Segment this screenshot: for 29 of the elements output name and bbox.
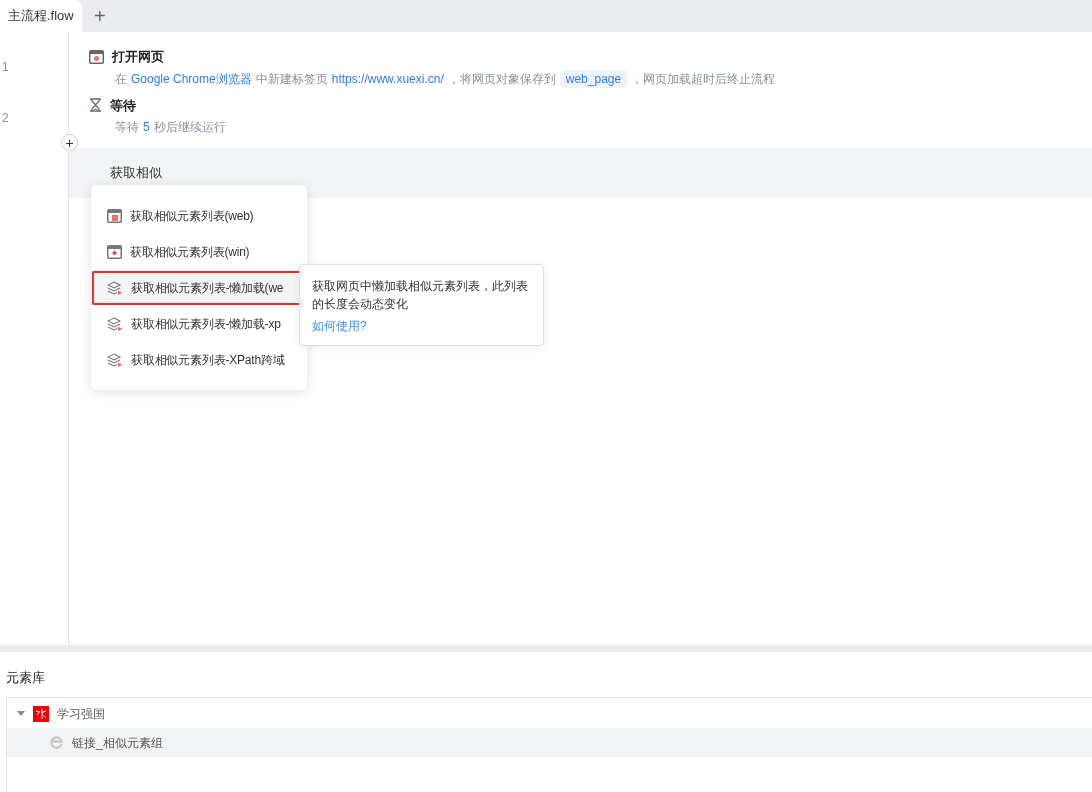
tooltip-text: 获取网页中懒加载相似元素列表，此列表的长度会动态变化 xyxy=(312,278,529,313)
browser-window-icon xyxy=(107,209,122,223)
caret-icon[interactable] xyxy=(17,710,25,717)
menu-item[interactable]: 获取相似元素列表-懒加载-xp xyxy=(91,306,307,342)
line-number: 2 xyxy=(2,110,9,127)
search-field[interactable]: 获取相似 xyxy=(110,163,310,183)
tab[interactable]: 主流程.flow xyxy=(0,0,82,32)
step-title: 打开网页 xyxy=(112,48,164,66)
layers-icon xyxy=(107,317,123,331)
browser-window-icon xyxy=(89,49,104,64)
line-number: 1 xyxy=(2,59,9,76)
tree-item[interactable]: 学习强国 xyxy=(7,699,1092,728)
panel-title: 元素库 xyxy=(5,669,46,687)
menu-item[interactable]: 获取相似元素列表-XPath跨域 xyxy=(91,342,307,378)
menu-item[interactable]: 获取相似元素列表(win) xyxy=(91,234,307,270)
add-tab-button[interactable]: + xyxy=(83,0,116,32)
step-title: 等待 xyxy=(110,96,136,115)
window-icon xyxy=(107,245,122,259)
help-link[interactable]: 如何使用? xyxy=(312,317,367,335)
site-logo-icon xyxy=(33,705,49,722)
step-description: 在 Google Chrome浏览器 中新建标签页 https://www.xuexi.cn/ ，将网页对象保存到 web_page ，网页加载超时后终止流程 xyxy=(114,69,777,88)
layers-icon xyxy=(107,281,123,295)
tree-item[interactable]: 链接_相似元素组 xyxy=(7,728,1092,757)
step-description: 等待 5 秒后继续运行 xyxy=(114,119,227,136)
globe-e-icon xyxy=(49,735,64,750)
layers-icon xyxy=(107,353,123,367)
menu-item[interactable]: 获取相似元素列表(web) xyxy=(91,198,307,234)
hourglass-icon xyxy=(89,98,102,113)
add-step-button[interactable]: + xyxy=(61,134,78,151)
